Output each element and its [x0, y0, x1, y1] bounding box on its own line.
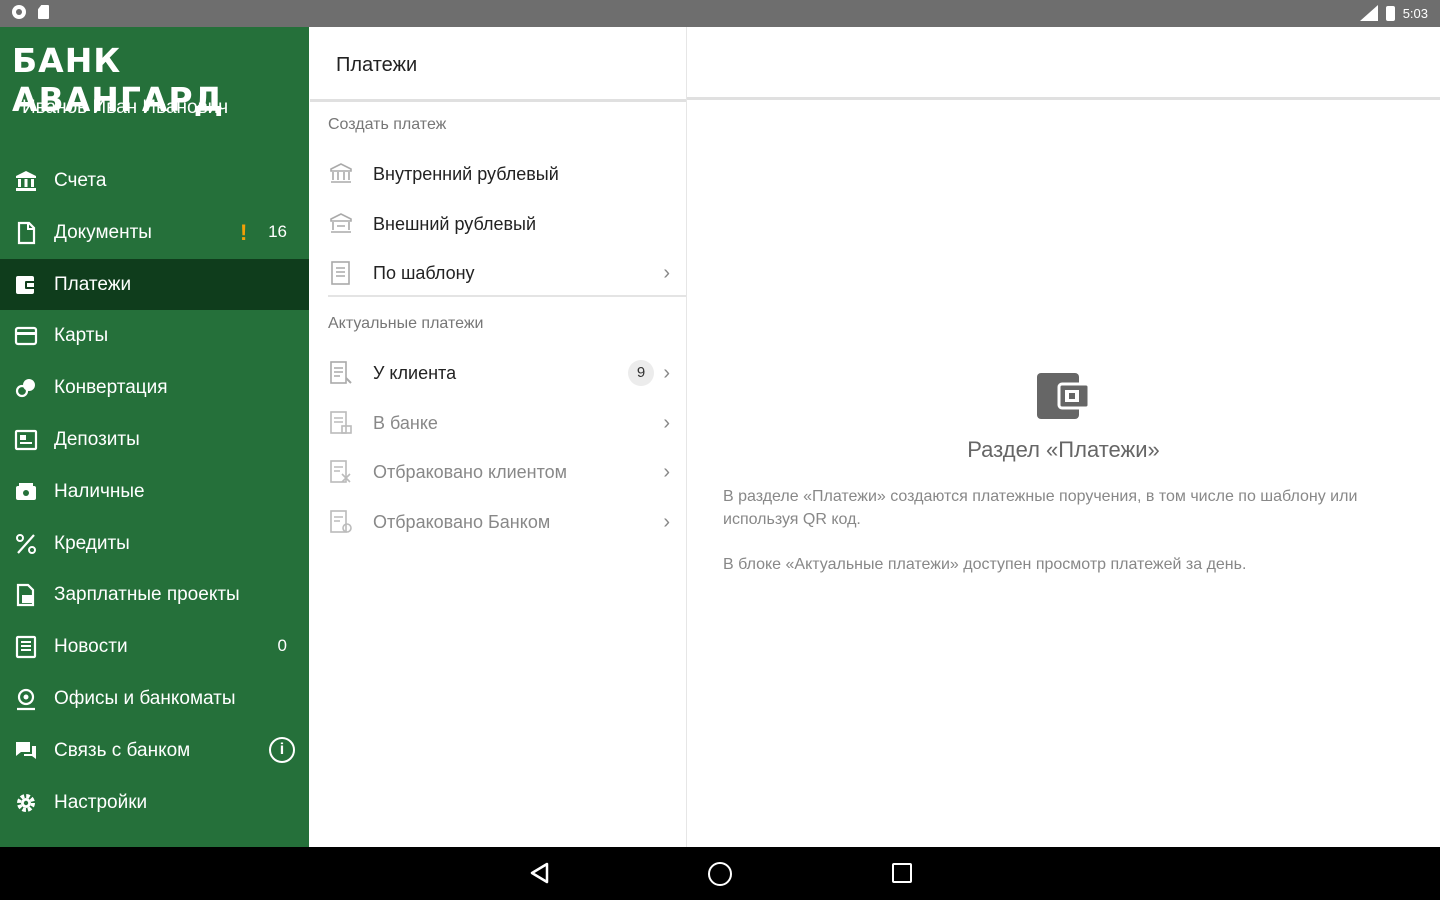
sidebar-item-label: Настройки [54, 791, 148, 813]
sidebar-item-payments[interactable]: Платежи [0, 258, 309, 311]
wallet-icon [1037, 373, 1089, 419]
payments-list-panel: Платежи Создать платеж Внутренний рублев… [310, 27, 687, 847]
sidebar-item-label: Платежи [54, 273, 132, 295]
detail-description: В разделе «Платежи» создаются платежные … [723, 488, 1358, 528]
chevron-right-icon: › [663, 362, 670, 384]
template-icon [331, 261, 350, 285]
row-label: По шаблону [373, 263, 475, 283]
actual-rejected-client[interactable]: Отбраковано клиентом › [328, 449, 686, 497]
news-count-badge: 0 [277, 636, 287, 656]
actual-at-bank[interactable]: В банке › [328, 400, 686, 448]
chevron-right-icon: › [663, 511, 670, 533]
chevron-right-icon: › [663, 262, 670, 284]
actual-rejected-bank[interactable]: Отбраковано Банком › [328, 499, 686, 547]
sidebar-item-label: Связь с банком [54, 739, 191, 761]
deposit-icon [14, 429, 38, 451]
doc-bank-icon [330, 411, 352, 434]
row-label: Внутренний рублевый [373, 164, 559, 184]
detail-title: Раздел «Платежи» [967, 437, 1160, 462]
sidebar-item-label: Офисы и банкоматы [54, 687, 236, 709]
divider [328, 295, 686, 297]
row-label: В банке [373, 413, 438, 433]
doc-list-icon [330, 361, 352, 384]
sidebar-item-documents[interactable]: Документы ! 16 [0, 207, 309, 259]
detail-pane: Раздел «Платежи» В разделе «Платежи» соз… [687, 27, 1440, 847]
sidebar-item-payroll[interactable]: Зарплатные проекты [0, 569, 309, 621]
user-name: Иванов Иван Иванович [22, 97, 229, 118]
back-icon[interactable] [528, 861, 550, 885]
home-icon[interactable] [708, 862, 732, 886]
location-icon [17, 688, 35, 711]
document-icon [17, 221, 36, 244]
status-bar: 5:03 [0, 0, 1440, 27]
chevron-right-icon: › [663, 412, 670, 434]
sidebar-item-label: Документы [54, 221, 152, 243]
sidebar-item-label: Карты [54, 325, 109, 347]
sidebar-item-conversion[interactable]: Конвертация [0, 362, 309, 414]
bank-icon [16, 171, 36, 191]
payment-external-ruble[interactable]: Внешний рублевый [328, 201, 686, 249]
chevron-right-icon: › [663, 461, 670, 483]
sidebar-item-label: Кредиты [54, 532, 130, 554]
battery-icon [1385, 5, 1395, 21]
sidebar-item-deposits[interactable]: Депозиты [0, 414, 309, 466]
count-badge: 9 [628, 360, 654, 386]
documents-count-badge: 16 [268, 221, 287, 241]
sidebar-item-cash[interactable]: Наличные [0, 466, 309, 518]
section-title-actual: Актуальные платежи [328, 315, 484, 332]
doc-rejected-icon [330, 460, 351, 483]
sidebar-item-label: Счета [54, 170, 107, 191]
exchange-icon [15, 379, 35, 398]
sidebar-item-credits[interactable]: Кредиты [0, 518, 309, 570]
percent-icon [16, 533, 36, 554]
card-icon [14, 327, 38, 346]
row-label: Отбраковано Банком [373, 512, 551, 532]
panel-header: Платежи [310, 27, 686, 102]
doc-rejected-bank-icon [330, 510, 352, 533]
status-time: 5:03 [1402, 5, 1428, 21]
info-icon[interactable]: i [269, 736, 295, 763]
sidebar-nav: Счета Документы ! 16 Платежи Карты Конве… [0, 155, 309, 828]
payment-by-template[interactable]: По шаблону › [328, 250, 686, 298]
sidebar-item-cards[interactable]: Карты [0, 310, 309, 362]
payroll-icon [16, 584, 35, 607]
bank-outline-icon [330, 163, 352, 183]
cash-icon [16, 482, 36, 500]
sidebar-item-label: Зарплатные проекты [54, 584, 240, 606]
sidebar-item-offices[interactable]: Офисы и банкоматы [0, 673, 309, 725]
page-title: Платежи [336, 54, 418, 76]
sd-card-icon [38, 5, 49, 19]
recents-icon[interactable] [892, 863, 912, 883]
header-divider [687, 97, 1440, 100]
detail-note: В блоке «Актуальные платежи» доступен пр… [723, 556, 1247, 573]
sidebar-item-label: Новости [54, 636, 128, 658]
gear-icon [17, 793, 35, 812]
wallet-icon [16, 275, 36, 294]
sidebar-item-label: Конвертация [54, 377, 168, 399]
sidebar-item-accounts[interactable]: Счета [0, 155, 309, 207]
payment-internal-ruble[interactable]: Внутренний рублевый [328, 151, 686, 199]
notification-icon [12, 5, 26, 19]
section-title-create: Создать платеж [328, 116, 447, 133]
chat-icon [16, 741, 36, 759]
row-label: Отбраковано клиентом [373, 462, 568, 482]
system-nav-bar [0, 847, 1440, 900]
warning-icon: ! [240, 219, 248, 245]
sidebar-item-contact[interactable]: Связь с банком i [0, 725, 309, 777]
sidebar: БАНК АВАНГАРД Иванов Иван Иванович Счета… [0, 27, 309, 847]
row-label: У клиента [373, 363, 457, 383]
news-icon [15, 636, 37, 659]
sidebar-item-settings[interactable]: Настройки [0, 777, 309, 829]
sidebar-item-label: Наличные [54, 480, 145, 502]
actual-at-client[interactable]: У клиента 9 › [328, 350, 686, 398]
sidebar-item-label: Депозиты [54, 428, 140, 450]
sidebar-item-news[interactable]: Новости 0 [0, 621, 309, 673]
row-label: Внешний рублевый [373, 214, 537, 234]
bank-outline-icon [330, 213, 352, 233]
signal-icon [1359, 5, 1378, 21]
